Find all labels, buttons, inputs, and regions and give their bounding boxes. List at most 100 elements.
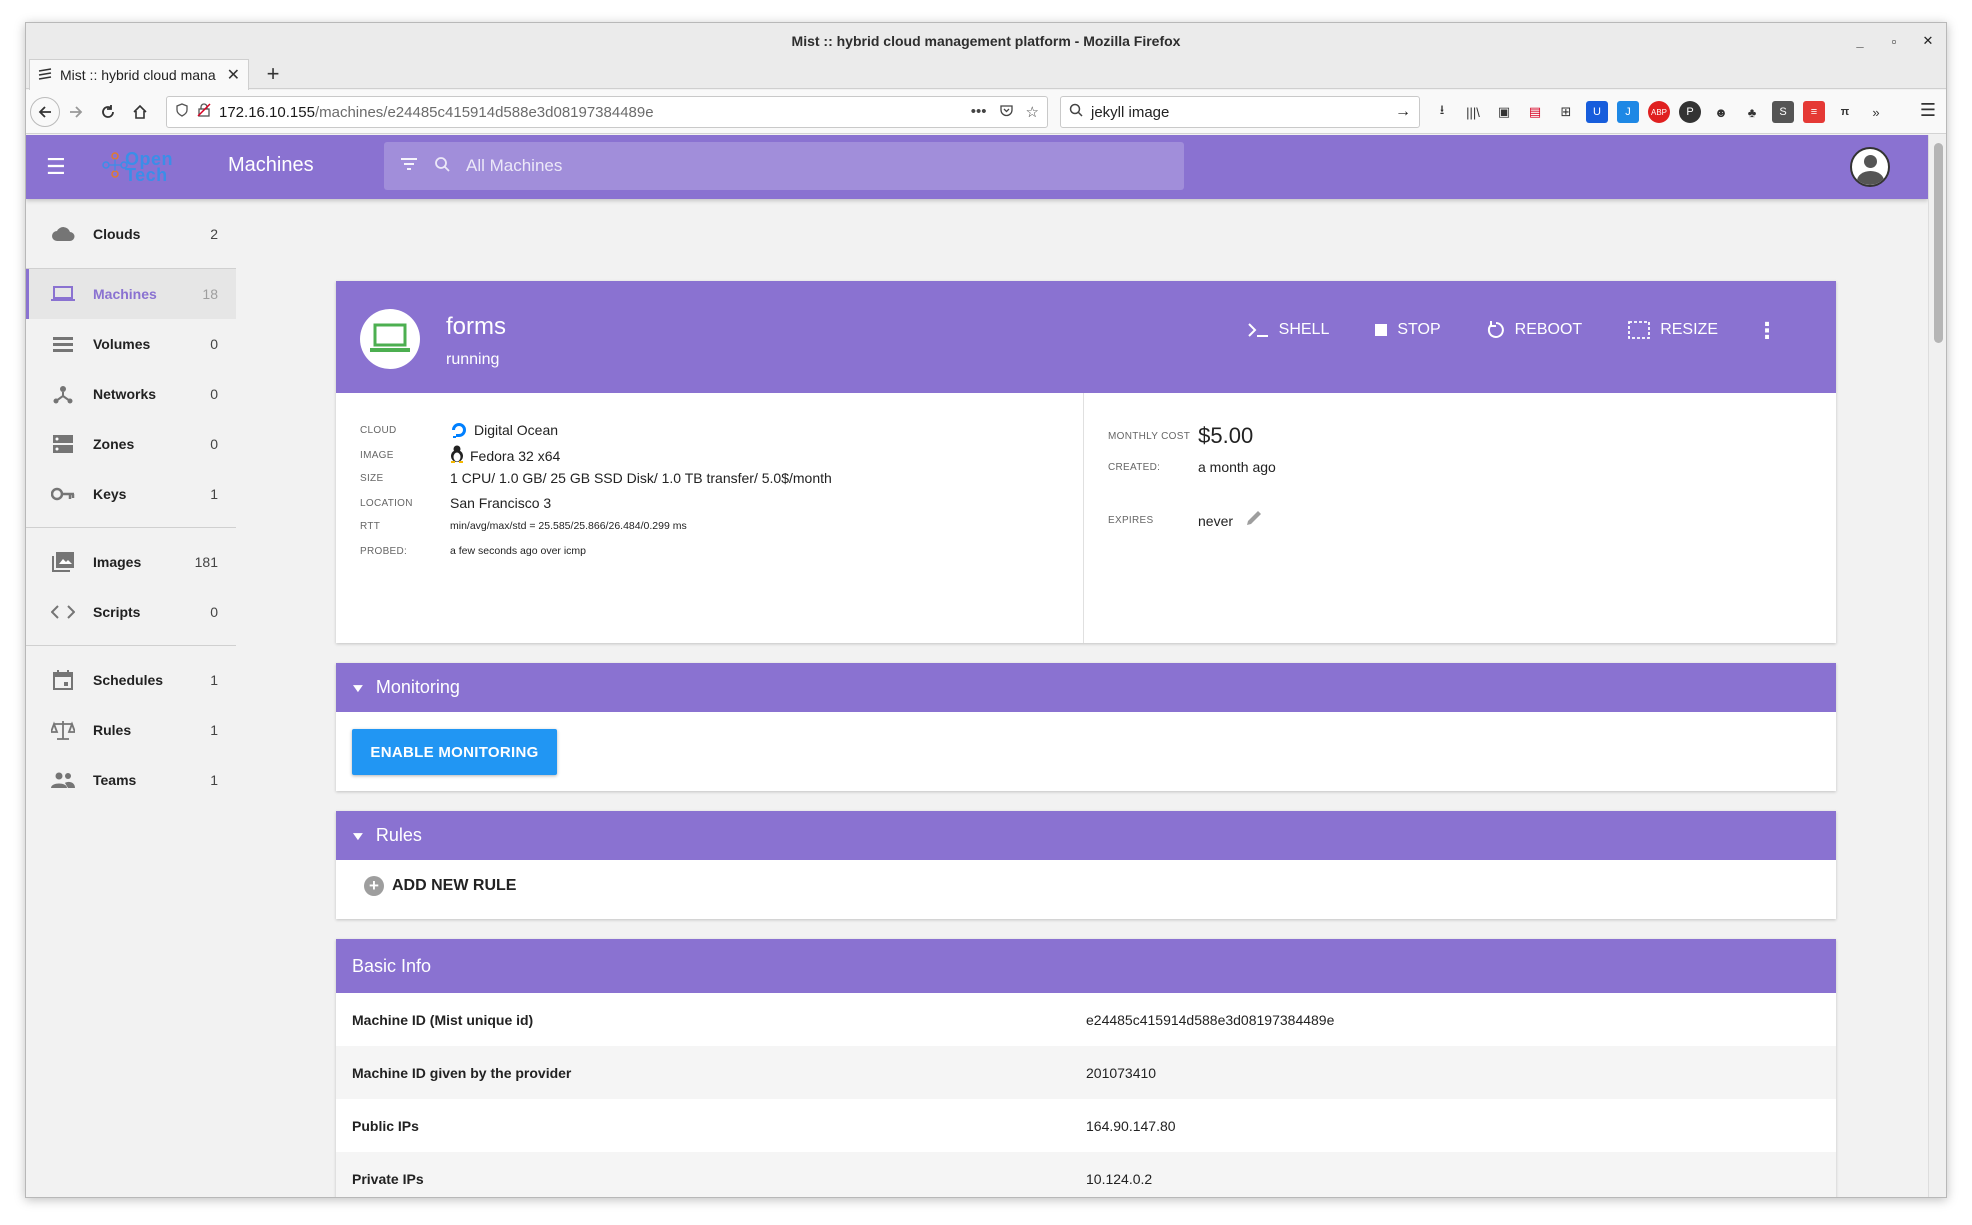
rtt-value: min/avg/max/std = 25.585/25.866/26.484/0…: [450, 520, 687, 532]
key-icon: [50, 487, 76, 501]
edit-pencil-icon[interactable]: [1245, 509, 1263, 532]
insecure-lock-icon[interactable]: [197, 103, 211, 121]
sidebar-item-volumes[interactable]: Volumes 0: [26, 319, 236, 369]
red-extension-icon[interactable]: ≡: [1803, 101, 1825, 123]
window-title: Mist :: hybrid cloud management platform…: [791, 33, 1181, 49]
tab-title: Mist :: hybrid cloud mana: [60, 67, 216, 83]
sidebar-item-keys[interactable]: Keys 1: [26, 469, 236, 519]
new-tab-button[interactable]: +: [258, 59, 288, 89]
shell-button[interactable]: SHELL: [1247, 321, 1330, 339]
add-new-rule-button[interactable]: + ADD NEW RULE: [364, 876, 516, 896]
reboot-label: REBOOT: [1514, 321, 1583, 338]
forward-button[interactable]: [60, 96, 92, 128]
monitoring-header[interactable]: ▼ Monitoring: [336, 663, 1836, 712]
sidebar-item-schedules[interactable]: Schedules 1: [26, 655, 236, 705]
reboot-button[interactable]: REBOOT: [1487, 321, 1583, 339]
enable-monitoring-button[interactable]: ENABLE MONITORING: [352, 729, 557, 775]
machines-search[interactable]: All Machines: [384, 142, 1184, 190]
pocket-icon[interactable]: [999, 103, 1014, 122]
minimize-icon[interactable]: _: [1850, 31, 1870, 51]
close-tab-icon[interactable]: ✕: [227, 65, 240, 85]
sidebar-item-count: 0: [210, 604, 218, 620]
page-scrollbar[interactable]: [1928, 135, 1946, 1197]
probed-value: a few seconds ago over icmp: [450, 545, 586, 557]
sidebar-item-machines[interactable]: Machines 18: [26, 269, 236, 319]
joplin-icon[interactable]: J: [1617, 101, 1639, 123]
stop-button[interactable]: STOP: [1375, 321, 1441, 339]
people-icon: [50, 772, 76, 788]
location-row: LOCATION San Francisco 3: [360, 495, 551, 511]
translate-icon[interactable]: π: [1834, 101, 1856, 123]
filter-icon[interactable]: [400, 156, 418, 176]
sidebar-item-scripts[interactable]: Scripts 0: [26, 587, 236, 637]
opentech-logo[interactable]: Open Tech: [101, 147, 175, 187]
extensions-grid-icon[interactable]: ⊞: [1555, 101, 1577, 123]
browser-tab[interactable]: Mist :: hybrid cloud mana ✕: [29, 59, 249, 90]
search-icon: [434, 156, 450, 177]
info-value: 201073410: [1086, 1064, 1157, 1081]
sidebar-item-count: 18: [202, 286, 218, 302]
s-extension-icon[interactable]: S: [1772, 101, 1794, 123]
image-name: Fedora 32 x64: [470, 447, 561, 464]
info-value: 164.90.147.80: [1086, 1117, 1176, 1134]
search-go-icon[interactable]: →: [1395, 103, 1411, 121]
search-bar[interactable]: jekyll image →: [1060, 96, 1420, 128]
toolbar-icons: ⭳ |||\ ▣ ▤ ⊞ U J ABP P ☻ ♣ S ≡ π »: [1431, 90, 1887, 134]
cloud-icon: [50, 226, 76, 242]
image-value[interactable]: Fedora 32 x64: [450, 445, 560, 466]
rules-header[interactable]: ▼ Rules: [336, 811, 1836, 860]
sidebar-item-teams[interactable]: Teams 1: [26, 755, 236, 805]
sidebar-item-count: 1: [210, 772, 218, 788]
machine-icon: [360, 309, 420, 369]
scrollbar-thumb[interactable]: [1934, 143, 1943, 343]
downloads-icon[interactable]: ⭳: [1431, 101, 1453, 123]
info-key: Public IPs: [352, 1117, 419, 1134]
sidebar-item-label: Scripts: [93, 604, 141, 620]
sidebar-item-label: Rules: [93, 722, 132, 738]
close-window-icon[interactable]: ✕: [1918, 31, 1938, 51]
basic-info-table: Machine ID (Mist unique id) e24485c41591…: [336, 993, 1836, 1197]
machine-properties: CLOUD Digital Ocean IMAGE Fedora 32 x64 …: [336, 393, 1084, 643]
sidebar-icon[interactable]: ▣: [1493, 101, 1515, 123]
adblock-icon[interactable]: ABP: [1648, 101, 1670, 123]
bookmark-star-icon[interactable]: ☆: [1026, 103, 1039, 122]
page-actions-icon[interactable]: •••: [971, 103, 987, 122]
created-label: CREATED:: [1108, 461, 1161, 473]
maximize-icon[interactable]: ▫: [1884, 31, 1904, 51]
cloud-row: CLOUD Digital Ocean: [360, 421, 558, 439]
search-input[interactable]: jekyll image: [1091, 104, 1169, 121]
library-icon[interactable]: |||\: [1462, 101, 1484, 123]
sidebar-item-images[interactable]: Images 181: [26, 537, 236, 587]
info-icon[interactable]: [175, 103, 189, 121]
back-button[interactable]: [30, 96, 60, 127]
ghostery-icon[interactable]: ☻: [1710, 101, 1732, 123]
digitalocean-icon: [452, 423, 466, 438]
sidebar-item-rules[interactable]: Rules 1: [26, 705, 236, 755]
synced-tabs-icon[interactable]: ▤: [1524, 101, 1546, 123]
network-icon: [50, 384, 76, 404]
cloud-value[interactable]: Digital Ocean: [450, 421, 558, 439]
rtt-row: RTT min/avg/max/std = 25.585/25.866/26.4…: [360, 520, 687, 532]
terminal-icon: [1247, 323, 1268, 337]
home-button[interactable]: [124, 96, 156, 128]
tree-extension-icon[interactable]: ♣: [1741, 101, 1763, 123]
add-rule-label: ADD NEW RULE: [392, 877, 517, 894]
resize-button[interactable]: RESIZE: [1628, 321, 1718, 339]
p-extension-icon[interactable]: P: [1679, 101, 1701, 123]
sidebar-item-count: 1: [210, 486, 218, 502]
info-key: Private IPs: [352, 1170, 424, 1187]
overflow-chevron-icon[interactable]: »: [1865, 101, 1887, 123]
cloud-name: Digital Ocean: [474, 422, 559, 438]
url-bar[interactable]: 172.16.10.155/machines/e24485c415914d588…: [166, 96, 1048, 128]
bitwarden-icon[interactable]: U: [1586, 101, 1608, 123]
user-avatar[interactable]: [1850, 147, 1890, 187]
sidebar-item-clouds[interactable]: Clouds 2: [26, 209, 236, 259]
menu-icon[interactable]: ☰: [46, 155, 70, 179]
search-input[interactable]: All Machines: [466, 156, 562, 176]
sidebar-item-zones[interactable]: Zones 0: [26, 419, 236, 469]
firefox-menu-icon[interactable]: ☰: [1920, 100, 1936, 121]
reload-button[interactable]: [92, 96, 124, 128]
more-vert-icon[interactable]: ⋮: [1756, 320, 1778, 342]
shell-label: SHELL: [1278, 321, 1330, 338]
sidebar-item-networks[interactable]: Networks 0: [26, 369, 236, 419]
